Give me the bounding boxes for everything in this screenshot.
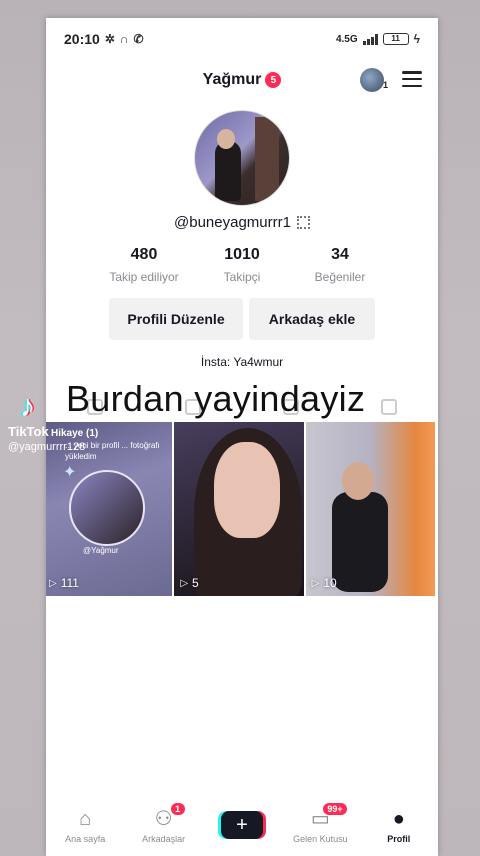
nav-label: Profil xyxy=(387,833,411,844)
headphones-icon: ∩ xyxy=(119,32,129,46)
profile-username[interactable]: Yağmur 5 xyxy=(203,71,282,89)
tiktok-watermark: ♪ TikTok @yagmurrrr128 xyxy=(8,390,86,454)
status-bar: 20:10 ✲ ∩ ✆ 4.5G 11 ϟ xyxy=(46,18,438,60)
profile-icon: ● xyxy=(392,807,405,830)
stat-followers[interactable]: 1010 Takipçi xyxy=(193,246,291,284)
notification-badge: 5 xyxy=(265,72,282,88)
profile-handle: @buneyagmurrr1 xyxy=(174,214,291,231)
play-icon: ▷ xyxy=(180,577,189,589)
account-count: 1 xyxy=(382,80,388,90)
view-count-value: 5 xyxy=(192,576,199,590)
story-user: @Yağmur xyxy=(83,546,119,555)
stat-label: Takipçi xyxy=(223,270,261,284)
profile-bio: İnsta: Ya4wmur xyxy=(200,355,284,369)
nav-create[interactable]: + xyxy=(205,811,279,839)
profile-handle-row: @buneyagmurrr1 xyxy=(46,214,438,231)
stat-following[interactable]: 480 Takip ediliyor xyxy=(95,246,193,284)
nav-inbox[interactable]: ▭ 99+ Gelen Kutusu xyxy=(283,802,357,844)
story-avatar xyxy=(69,470,145,546)
nav-label: Gelen Kutusu xyxy=(293,833,348,844)
play-icon: ▷ xyxy=(49,577,57,589)
stat-label: Takip ediliyor xyxy=(109,270,179,284)
inbox-badge: 99+ xyxy=(323,802,347,815)
view-count-value: 10 xyxy=(323,576,337,590)
profile-avatar[interactable] xyxy=(194,110,290,206)
qr-code-icon[interactable] xyxy=(296,216,310,229)
profile-header: Yağmur 5 1 xyxy=(46,60,438,100)
account-switch-avatar[interactable] xyxy=(360,68,384,92)
nav-label: Ana sayfa xyxy=(65,833,106,844)
stat-value: 480 xyxy=(130,246,158,263)
stat-value: 34 xyxy=(331,246,349,263)
menu-icon[interactable] xyxy=(402,71,422,87)
phone-screen: 20:10 ✲ ∩ ✆ 4.5G 11 ϟ Yağmur 5 1 @buneya… xyxy=(46,18,438,856)
nav-profile[interactable]: ● Profil xyxy=(362,807,436,844)
battery-icon: 11 xyxy=(382,33,409,45)
video-grid: Hikaye (1) ... yeni bir profil ... fotoğ… xyxy=(46,422,435,596)
liked-tab-icon[interactable] xyxy=(381,399,397,415)
friends-badge: 1 xyxy=(170,802,185,815)
video-thumbnail[interactable]: ▷ 10 xyxy=(305,422,435,596)
bottom-navigation: ⌂ Ana sayfa ⚇ 1 Arkadaşlar + ▭ 99+ Gelen… xyxy=(46,794,438,856)
status-time: 20:10 xyxy=(64,31,100,47)
profile-actions: Profili Düzenle Arkadaş ekle xyxy=(46,298,438,340)
view-count: ▷ 5 xyxy=(180,576,198,590)
charging-icon: ϟ xyxy=(413,32,420,46)
nav-friends[interactable]: ⚇ 1 Arkadaşlar xyxy=(127,802,201,844)
profile-stats: 480 Takip ediliyor 1010 Takipçi 34 Beğen… xyxy=(46,246,438,284)
sparkle-icon: ✦ xyxy=(63,464,77,481)
add-friend-button[interactable]: Arkadaş ekle xyxy=(249,298,375,340)
phone-icon: ✆ xyxy=(133,32,144,46)
view-count-value: 111 xyxy=(60,576,79,590)
stat-label: Beğeniler xyxy=(314,270,366,284)
battery-level: 11 xyxy=(391,34,400,43)
video-thumbnail[interactable]: ▷ 5 xyxy=(174,422,304,596)
play-icon: ▷ xyxy=(311,577,320,589)
stat-value: 1010 xyxy=(224,246,260,263)
home-icon: ⌂ xyxy=(79,807,92,830)
stat-likes[interactable]: 34 Beğeniler xyxy=(291,246,389,284)
username-label: Yağmur xyxy=(202,71,262,88)
signal-icon xyxy=(362,33,378,45)
nav-home[interactable]: ⌂ Ana sayfa xyxy=(48,807,122,844)
view-count: ▷ 111 xyxy=(49,576,79,590)
create-plus-icon: + xyxy=(220,811,263,839)
watermark-user: @yagmurrrr128 xyxy=(8,441,86,453)
view-count: ▷ 10 xyxy=(312,576,337,590)
nav-label: Arkadaşlar xyxy=(142,833,186,844)
friends-icon: ⚇ xyxy=(154,807,173,830)
tiktok-logo-icon: ♪ xyxy=(20,390,35,423)
settings-icon: ✲ xyxy=(104,32,115,46)
watermark-name: TikTok xyxy=(8,424,49,439)
overlay-caption: Burdan yayindayiz xyxy=(66,378,366,419)
network-type: 4.5G xyxy=(335,33,358,45)
edit-profile-button[interactable]: Profili Düzenle xyxy=(109,298,243,340)
